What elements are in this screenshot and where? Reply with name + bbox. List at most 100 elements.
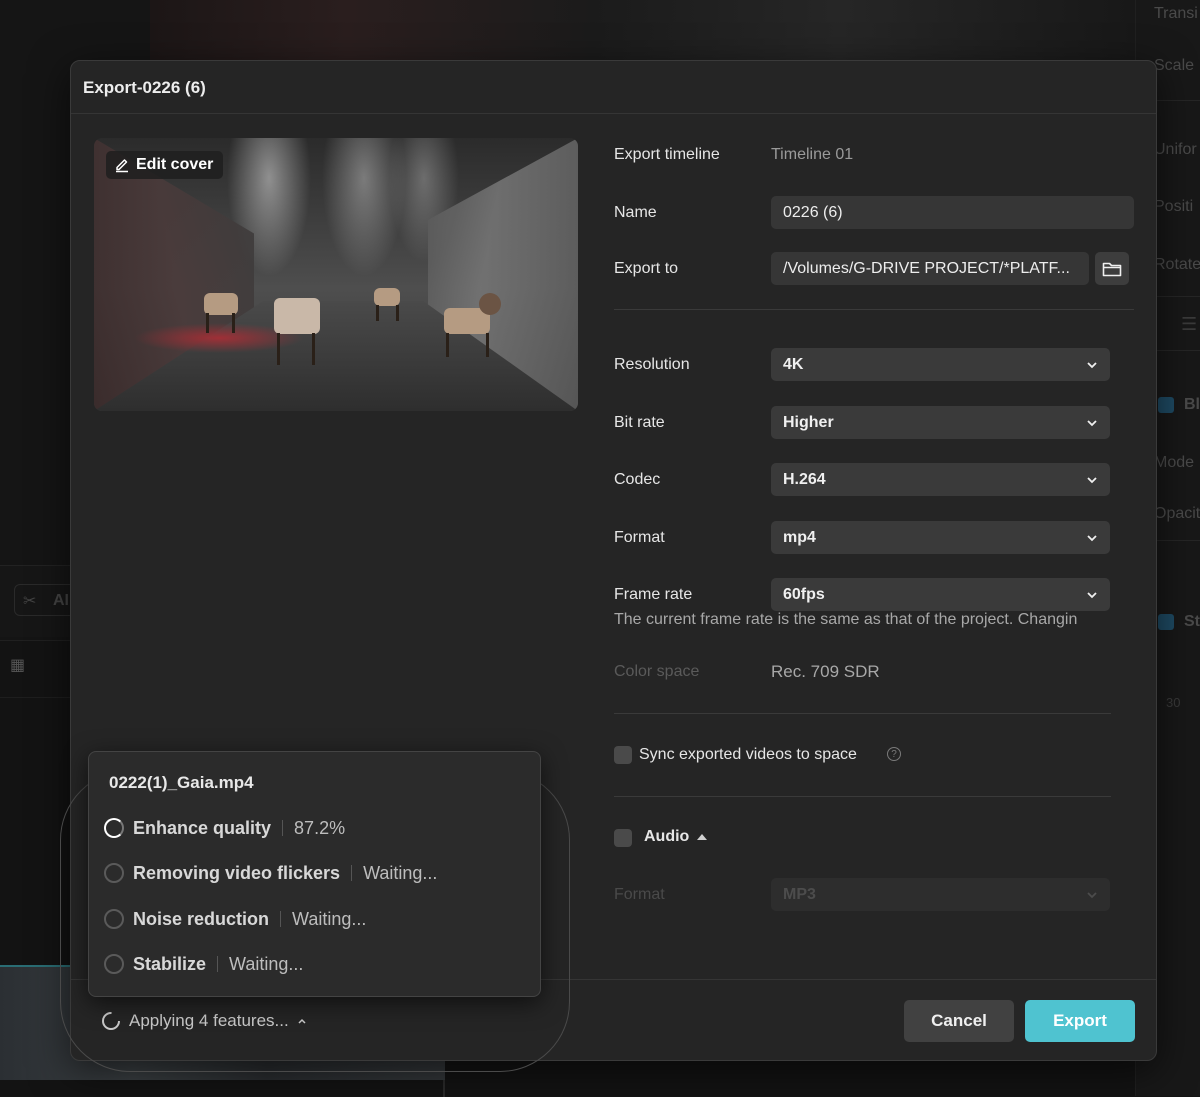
task-separator (351, 865, 353, 881)
bitrate-value: Higher (783, 413, 834, 431)
task-separator (280, 911, 282, 927)
robot-leg (396, 305, 399, 321)
export-button[interactable]: Export (1025, 1000, 1135, 1042)
export-timeline-label: Export timeline (614, 146, 720, 163)
edit-cover-label: Edit cover (136, 156, 214, 173)
cover-thumbnail: Edit cover (94, 138, 578, 411)
audio-checkbox[interactable] (614, 829, 632, 847)
section-divider (614, 713, 1111, 714)
framerate-select[interactable]: 60fps (771, 578, 1110, 611)
panel-value: 30 (1166, 695, 1181, 710)
bitrate-select[interactable]: Higher (771, 406, 1110, 439)
chevron-down-icon (1087, 419, 1097, 426)
caret-up-icon[interactable] (697, 834, 707, 840)
robot-leg (312, 333, 315, 365)
robot-leg (446, 333, 449, 357)
codec-label: Codec (614, 471, 661, 488)
sync-checkbox[interactable] (614, 746, 632, 764)
align-icon: ☰ (1181, 314, 1198, 334)
robot-leg (206, 313, 209, 333)
browse-folder-button[interactable] (1095, 252, 1129, 285)
framerate-hint: The current frame rate is the same as th… (614, 611, 1078, 628)
resolution-value: 4K (783, 355, 804, 373)
task-name: Noise reduction (133, 908, 270, 929)
task-row: Removing video flickers Waiting... (104, 860, 437, 886)
panel-label-uniform: Unifor (1154, 141, 1197, 158)
panel-label-mode: Mode (1154, 454, 1195, 471)
task-name: Removing video flickers (133, 862, 341, 883)
task-separator (282, 820, 284, 836)
ai-tool-button: ✂ AI (14, 584, 76, 616)
chevron-down-icon (1087, 361, 1097, 368)
background-preview (150, 0, 1135, 62)
task-row: Stabilize Waiting... (104, 951, 303, 977)
pencil-icon (116, 159, 128, 173)
scissors-icon: ✂ (23, 593, 37, 610)
panel-label-opacity: Opacit (1154, 505, 1200, 522)
export-timeline-value: Timeline 01 (771, 146, 854, 163)
audio-format-value: MP3 (783, 885, 816, 903)
task-row: Noise reduction Waiting... (104, 906, 366, 932)
progress-ring-icon (104, 818, 124, 838)
robot-figure (374, 288, 400, 306)
resolution-select[interactable]: 4K (771, 348, 1110, 381)
format-label: Format (614, 529, 665, 546)
name-label: Name (614, 204, 657, 221)
chevron-down-icon (1087, 476, 1097, 483)
cancel-button[interactable]: Cancel (904, 1000, 1014, 1042)
task-status: 87.2% (294, 817, 346, 838)
panel-label-blend: Bl (1184, 396, 1200, 413)
framerate-label: Frame rate (614, 586, 693, 603)
colorspace-label: Color space (614, 663, 700, 680)
robot-leg (486, 333, 489, 357)
ai-tool-label: AI (53, 592, 69, 609)
applying-status[interactable]: Applying 4 features... (101, 1011, 307, 1031)
edit-cover-button[interactable]: Edit cover (106, 151, 224, 179)
task-status: Waiting... (229, 953, 304, 974)
panel-label-position: Positi (1154, 198, 1194, 215)
panel-label-stabilize: St (1184, 613, 1200, 630)
task-row: Enhance quality 87.2% (104, 815, 345, 841)
header-divider (71, 113, 1156, 114)
section-divider (614, 796, 1111, 797)
format-select[interactable]: mp4 (771, 521, 1110, 554)
bitrate-label: Bit rate (614, 414, 665, 431)
export-path-input[interactable]: /Volumes/G-DRIVE PROJECT/*PLATF... (771, 252, 1089, 285)
popup-file-name: 0222(1)_Gaia.mp4 (109, 773, 254, 792)
pending-ring-icon (104, 863, 124, 883)
sync-label: Sync exported videos to space (639, 746, 857, 763)
folder-icon (1102, 262, 1122, 276)
pending-ring-icon (104, 909, 124, 929)
robot-leg (277, 333, 280, 365)
export-to-label: Export to (614, 260, 679, 277)
dialog-title: Export-0226 (6) (83, 78, 206, 97)
resolution-label: Resolution (614, 356, 690, 373)
panel-label-scale: Scale (1154, 57, 1195, 74)
help-icon[interactable]: ? (887, 747, 901, 761)
chevron-down-icon (1087, 534, 1097, 541)
section-divider (614, 309, 1134, 310)
applying-label: Applying 4 features... (129, 1011, 289, 1030)
panel-checkbox (1158, 397, 1174, 413)
codec-select[interactable]: H.264 (771, 463, 1110, 496)
name-input[interactable]: 0226 (6) (771, 196, 1134, 229)
panel-label-rotate: Rotate (1154, 256, 1200, 273)
codec-value: H.264 (783, 470, 826, 488)
framerate-value: 60fps (783, 585, 825, 603)
timeline-tool-icon: ▦ (10, 657, 26, 674)
chevron-down-icon (1087, 591, 1097, 598)
task-status: Waiting... (363, 862, 438, 883)
chevron-down-icon (1087, 891, 1097, 898)
audio-label: Audio (644, 828, 690, 845)
task-separator (217, 956, 219, 972)
task-name: Enhance quality (133, 817, 272, 838)
format-value: mp4 (783, 528, 816, 546)
robot-leg (376, 305, 379, 321)
colorspace-value: Rec. 709 SDR (771, 662, 880, 681)
robot-leg (232, 313, 235, 333)
task-name: Stabilize (133, 953, 207, 974)
robot-figure (204, 293, 238, 315)
robot-figure (274, 298, 320, 334)
pending-ring-icon (104, 954, 124, 974)
panel-label-transition: Transi (1154, 5, 1198, 22)
